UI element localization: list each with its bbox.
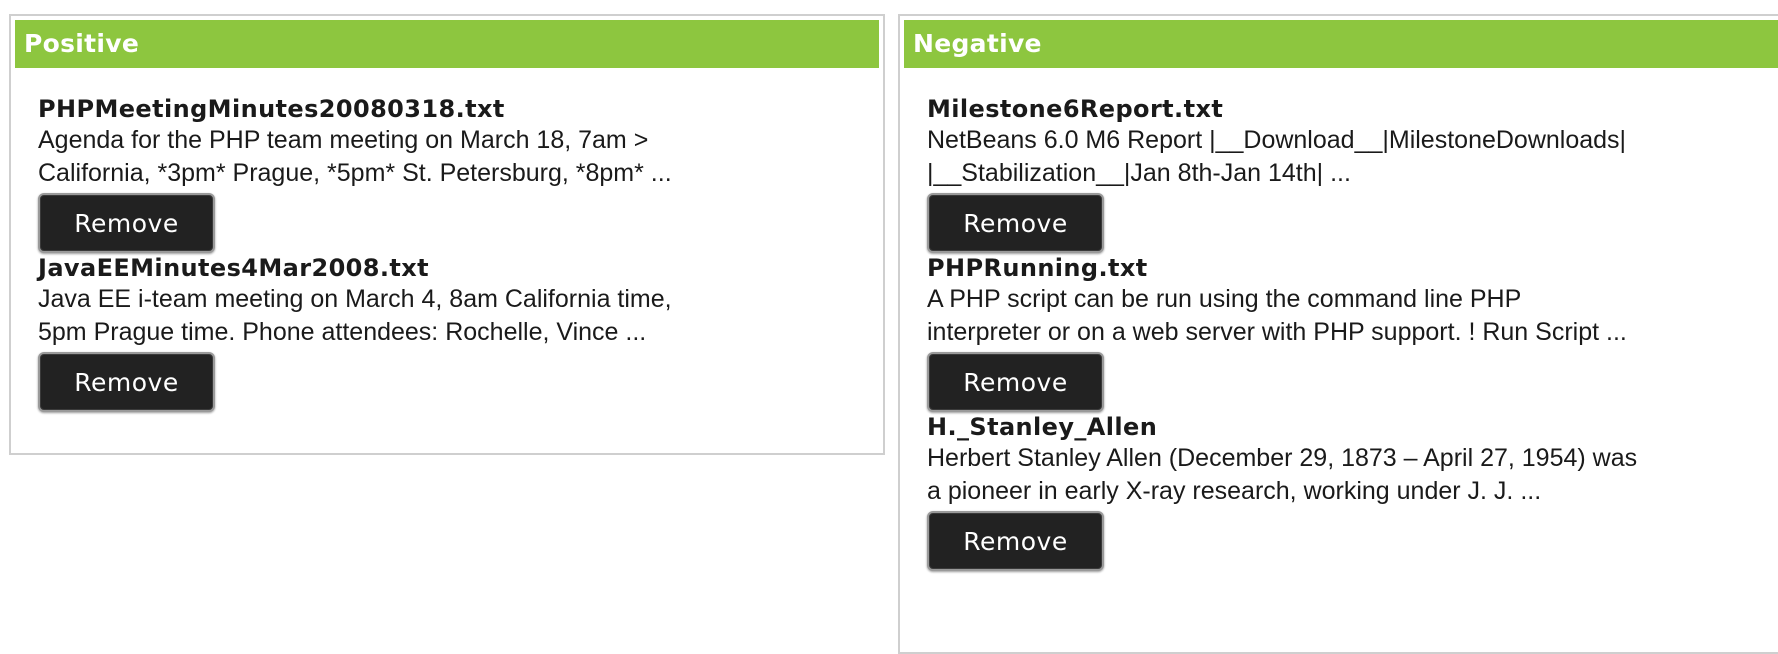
doc-title: JavaEEMinutes4Mar2008.txt [38, 254, 430, 282]
negative-panel: Negative Milestone6Report.txt NetBeans 6… [898, 14, 1778, 654]
positive-doc-item: PHPMeetingMinutes20080318.txt Agenda for… [38, 94, 883, 253]
doc-snippet: A PHP script can be run using the comman… [927, 285, 1627, 346]
positive-panel-header: Positive [15, 20, 879, 68]
doc-snippet: Agenda for the PHP team meeting on March… [38, 126, 672, 187]
doc-title: PHPMeetingMinutes20080318.txt [38, 95, 505, 123]
positive-doc-list: PHPMeetingMinutes20080318.txt Agenda for… [11, 68, 883, 412]
doc-snippet: NetBeans 6.0 M6 Report |__Download__|Mil… [927, 126, 1627, 187]
remove-button[interactable]: Remove [927, 352, 1104, 412]
doc-title: Milestone6Report.txt [927, 95, 1224, 123]
negative-doc-item: Milestone6Report.txt NetBeans 6.0 M6 Rep… [927, 94, 1778, 253]
negative-panel-header: Negative [904, 20, 1778, 68]
doc-snippet: Java EE i-team meeting on March 4, 8am C… [38, 285, 672, 346]
negative-doc-item: PHPRunning.txt A PHP script can be run u… [927, 253, 1778, 412]
remove-button[interactable]: Remove [38, 352, 215, 412]
doc-title: PHPRunning.txt [927, 254, 1148, 282]
positive-doc-item: JavaEEMinutes4Mar2008.txt Java EE i-team… [38, 253, 883, 412]
remove-button[interactable]: Remove [38, 193, 215, 253]
negative-doc-list: Milestone6Report.txt NetBeans 6.0 M6 Rep… [900, 68, 1778, 571]
doc-snippet: Herbert Stanley Allen (December 29, 1873… [927, 444, 1638, 505]
positive-panel: Positive PHPMeetingMinutes20080318.txt A… [9, 14, 885, 455]
negative-doc-item: H._Stanley_Allen Herbert Stanley Allen (… [927, 412, 1778, 571]
remove-button[interactable]: Remove [927, 511, 1104, 571]
remove-button[interactable]: Remove [927, 193, 1104, 253]
doc-title: H._Stanley_Allen [927, 413, 1158, 441]
